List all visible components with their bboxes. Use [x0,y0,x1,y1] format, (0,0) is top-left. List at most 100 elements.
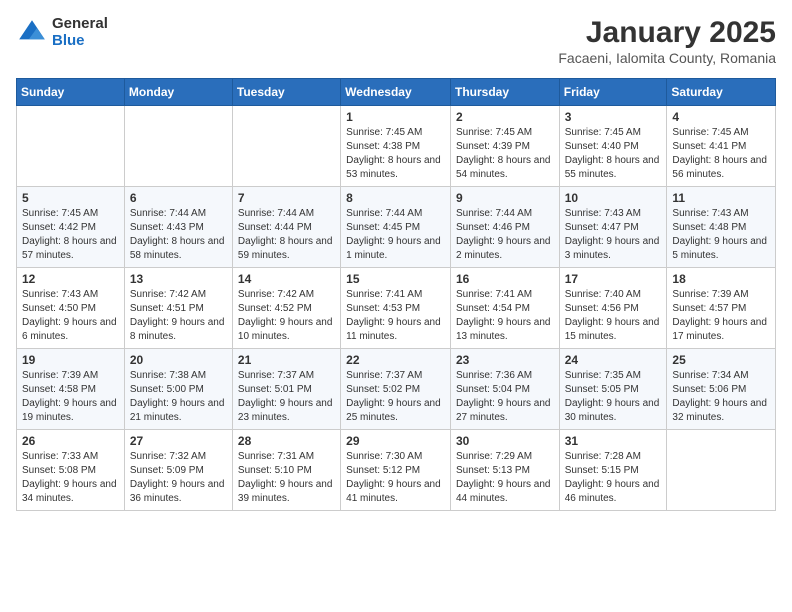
calendar-cell [17,106,125,187]
calendar-cell: 12Sunrise: 7:43 AMSunset: 4:50 PMDayligh… [17,268,125,349]
calendar-cell: 13Sunrise: 7:42 AMSunset: 4:51 PMDayligh… [124,268,232,349]
day-number: 11 [672,191,770,205]
calendar-week-row: 1Sunrise: 7:45 AMSunset: 4:38 PMDaylight… [17,106,776,187]
page-header: General Blue January 2025 Facaeni, Ialom… [16,16,776,66]
calendar-cell [667,430,776,511]
location-title: Facaeni, Ialomita County, Romania [558,50,776,66]
day-number: 29 [346,434,445,448]
calendar-cell: 22 Sunrise: 7:37 AMSunset: 5:02 PMDayligh… [341,349,451,430]
calendar-cell: 26 Sunrise: 7:33 AMSunset: 5:08 PMDayligh… [17,430,125,511]
day-info: Sunrise: 7:36 AMSunset: 5:04 PMDaylight:… [456,369,554,425]
calendar-cell: 20 Sunrise: 7:38 AMSunset: 5:00 PMDayligh… [124,349,232,430]
calendar-cell: 16Sunrise: 7:41 AMSunset: 4:54 PMDayligh… [450,268,559,349]
day-info: Sunrise: 7:44 AMSunset: 4:44 PMDaylight:… [238,207,335,263]
day-number: 4 [672,110,770,124]
day-info: Sunrise: 7:32 AMSunset: 5:09 PMDaylight:… [130,450,227,506]
calendar-cell: 18Sunrise: 7:39 AMSunset: 4:57 PMDayligh… [667,268,776,349]
day-number: 3 [565,110,662,124]
day-info: Sunrise: 7:28 AMSunset: 5:15 PMDaylight:… [565,450,662,506]
calendar-cell [124,106,232,187]
logo-icon [16,17,48,49]
day-info: Sunrise: 7:39 AMSunset: 4:58 PMDaylight:… [22,369,119,425]
calendar-cell: 3 Sunrise: 7:45 AMSunset: 4:40 PMDaylight… [559,106,667,187]
logo-text: General Blue [52,16,108,49]
calendar-cell: 25Sunrise: 7:34 AMSunset: 5:06 PMDayligh… [667,349,776,430]
day-number: 26 [22,434,119,448]
day-info: Sunrise: 7:41 AMSunset: 4:53 PMDaylight:… [346,288,445,344]
title-block: January 2025 Facaeni, Ialomita County, R… [558,16,776,66]
calendar-cell: 19 Sunrise: 7:39 AMSunset: 4:58 PMDayligh… [17,349,125,430]
logo: General Blue [16,16,108,49]
calendar-week-row: 12Sunrise: 7:43 AMSunset: 4:50 PMDayligh… [17,268,776,349]
weekday-header-row: SundayMondayTuesdayWednesdayThursdayFrid… [17,79,776,106]
day-info: Sunrise: 7:40 AMSunset: 4:56 PMDaylight:… [565,288,662,344]
calendar-cell: 6 Sunrise: 7:44 AMSunset: 4:43 PMDaylight… [124,187,232,268]
weekday-header-cell: Thursday [450,79,559,106]
calendar-cell: 1Sunrise: 7:45 AMSunset: 4:38 PMDaylight… [341,106,451,187]
day-info: Sunrise: 7:35 AMSunset: 5:05 PMDaylight:… [565,369,662,425]
day-number: 19 [22,353,119,367]
weekday-header-cell: Sunday [17,79,125,106]
day-number: 23 [456,353,554,367]
day-info: Sunrise: 7:33 AMSunset: 5:08 PMDaylight:… [22,450,119,506]
day-number: 10 [565,191,662,205]
calendar-week-row: 26 Sunrise: 7:33 AMSunset: 5:08 PMDayligh… [17,430,776,511]
day-number: 7 [238,191,335,205]
calendar-week-row: 5Sunrise: 7:45 AMSunset: 4:42 PMDaylight… [17,187,776,268]
day-number: 20 [130,353,227,367]
day-number: 9 [456,191,554,205]
day-info: Sunrise: 7:31 AMSunset: 5:10 PMDaylight:… [238,450,335,506]
calendar-cell: 14Sunrise: 7:42 AMSunset: 4:52 PMDayligh… [232,268,340,349]
day-info: Sunrise: 7:44 AMSunset: 4:43 PMDaylight:… [130,207,227,263]
day-number: 30 [456,434,554,448]
calendar-cell: 30 Sunrise: 7:29 AMSunset: 5:13 PMDayligh… [450,430,559,511]
day-info: Sunrise: 7:42 AMSunset: 4:52 PMDaylight:… [238,288,335,344]
month-title: January 2025 [558,16,776,50]
day-info: Sunrise: 7:37 AMSunset: 5:01 PMDaylight:… [238,369,335,425]
day-number: 28 [238,434,335,448]
day-info: Sunrise: 7:30 AMSunset: 5:12 PMDaylight:… [346,450,445,506]
calendar-body: 1Sunrise: 7:45 AMSunset: 4:38 PMDaylight… [17,106,776,511]
calendar-cell: 21 Sunrise: 7:37 AMSunset: 5:01 PMDayligh… [232,349,340,430]
calendar-cell: 10 Sunrise: 7:43 AMSunset: 4:47 PMDayligh… [559,187,667,268]
calendar-table: SundayMondayTuesdayWednesdayThursdayFrid… [16,78,776,511]
calendar-week-row: 19 Sunrise: 7:39 AMSunset: 4:58 PMDayligh… [17,349,776,430]
logo-general: General [52,16,108,33]
day-info: Sunrise: 7:29 AMSunset: 5:13 PMDaylight:… [456,450,554,506]
calendar-cell: 4Sunrise: 7:45 AMSunset: 4:41 PMDaylight… [667,106,776,187]
calendar-cell: 9Sunrise: 7:44 AMSunset: 4:46 PMDaylight… [450,187,559,268]
calendar-cell: 2Sunrise: 7:45 AMSunset: 4:39 PMDaylight… [450,106,559,187]
logo-blue: Blue [52,33,108,50]
day-info: Sunrise: 7:38 AMSunset: 5:00 PMDaylight:… [130,369,227,425]
day-number: 6 [130,191,227,205]
calendar-cell: 8Sunrise: 7:44 AMSunset: 4:45 PMDaylight… [341,187,451,268]
calendar-cell: 24Sunrise: 7:35 AMSunset: 5:05 PMDayligh… [559,349,667,430]
day-info: Sunrise: 7:43 AMSunset: 4:50 PMDaylight:… [22,288,119,344]
day-number: 27 [130,434,227,448]
day-info: Sunrise: 7:43 AMSunset: 4:47 PMDaylight:… [565,207,662,263]
calendar-cell [232,106,340,187]
calendar-cell: 23 Sunrise: 7:36 AMSunset: 5:04 PMDayligh… [450,349,559,430]
day-info: Sunrise: 7:43 AMSunset: 4:48 PMDaylight:… [672,207,770,263]
calendar-cell: 7 Sunrise: 7:44 AMSunset: 4:44 PMDaylight… [232,187,340,268]
day-info: Sunrise: 7:45 AMSunset: 4:38 PMDaylight:… [346,126,445,182]
weekday-header-cell: Wednesday [341,79,451,106]
day-number: 17 [565,272,662,286]
weekday-header-cell: Friday [559,79,667,106]
day-info: Sunrise: 7:45 AMSunset: 4:40 PMDaylight:… [565,126,662,182]
calendar-cell: 11 Sunrise: 7:43 AMSunset: 4:48 PMDayligh… [667,187,776,268]
day-number: 31 [565,434,662,448]
weekday-header-cell: Tuesday [232,79,340,106]
day-info: Sunrise: 7:39 AMSunset: 4:57 PMDaylight:… [672,288,770,344]
day-info: Sunrise: 7:42 AMSunset: 4:51 PMDaylight:… [130,288,227,344]
calendar-cell: 15Sunrise: 7:41 AMSunset: 4:53 PMDayligh… [341,268,451,349]
day-number: 25 [672,353,770,367]
weekday-header-cell: Saturday [667,79,776,106]
day-number: 5 [22,191,119,205]
day-number: 21 [238,353,335,367]
calendar-cell: 17 Sunrise: 7:40 AMSunset: 4:56 PMDayligh… [559,268,667,349]
calendar-cell: 31 Sunrise: 7:28 AMSunset: 5:15 PMDayligh… [559,430,667,511]
day-info: Sunrise: 7:44 AMSunset: 4:45 PMDaylight:… [346,207,445,263]
day-info: Sunrise: 7:37 AMSunset: 5:02 PMDaylight:… [346,369,445,425]
day-number: 22 [346,353,445,367]
